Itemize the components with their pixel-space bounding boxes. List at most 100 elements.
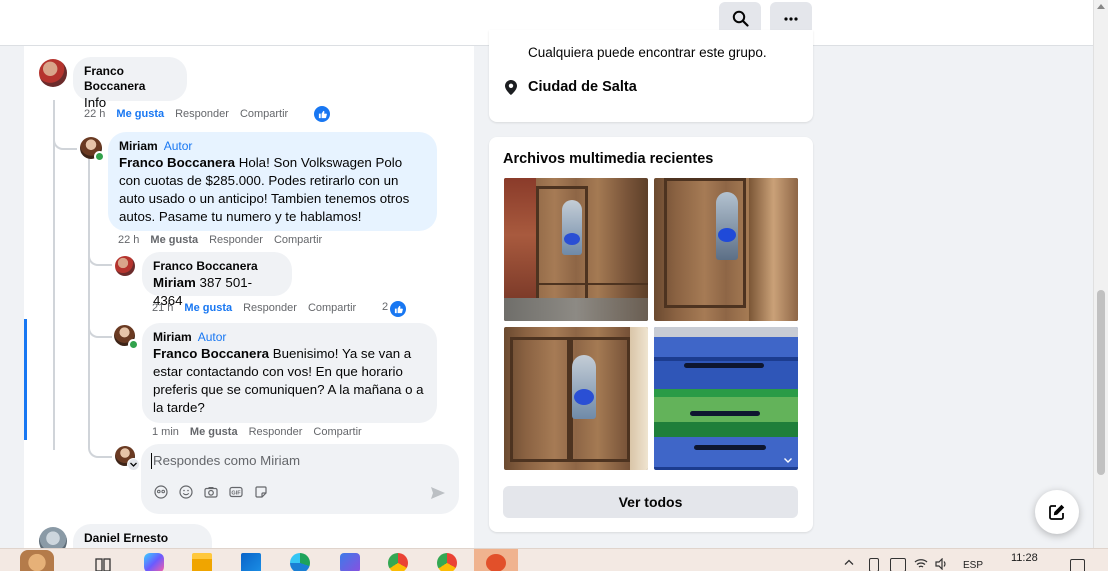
chrome-icon[interactable] — [388, 553, 408, 571]
mail-icon[interactable] — [241, 553, 261, 571]
photo-floor — [504, 298, 648, 321]
chevron-up-icon[interactable] — [844, 559, 854, 565]
language-indicator[interactable]: ESP — [963, 560, 983, 571]
share-button[interactable]: Compartir — [308, 302, 356, 314]
reply-button[interactable]: Responder — [209, 234, 263, 246]
sticker-icon[interactable] — [254, 485, 268, 499]
send-icon[interactable] — [430, 486, 446, 500]
compose-icon — [1049, 504, 1065, 520]
media-thumbnail[interactable] — [654, 327, 798, 470]
svg-text:GIF: GIF — [231, 491, 241, 497]
mention-link[interactable]: Miriam — [153, 275, 196, 290]
mention-link[interactable]: Franco Boccanera — [153, 346, 269, 361]
scroll-thumb[interactable] — [1097, 290, 1105, 475]
share-button[interactable]: Compartir — [240, 108, 288, 120]
media-thumbnail[interactable] — [654, 178, 798, 321]
group-info-card: Cualquiera puede encontrar este grupo. C… — [489, 30, 813, 122]
thread-connector — [88, 314, 112, 338]
group-visibility-text: Cualquiera puede encontrar este grupo. — [528, 45, 767, 60]
comment-author[interactable]: Miriam — [119, 139, 158, 153]
reply-button[interactable]: Responder — [243, 302, 297, 314]
reply-input[interactable]: Respondes como Miriam — [153, 453, 300, 468]
mention-link[interactable]: Franco Boccanera — [119, 155, 235, 170]
like-count[interactable]: 2 — [382, 301, 388, 313]
edge-icon[interactable] — [290, 553, 310, 571]
comment-text: Franco Boccanera Buenisimo! Ya se van a … — [153, 345, 426, 417]
volume-icon[interactable] — [935, 558, 949, 570]
group-location[interactable]: Ciudad de Salta — [528, 79, 637, 95]
comment-time[interactable]: 22 h — [84, 108, 105, 120]
comment-time[interactable]: 1 min — [152, 426, 179, 438]
active-comment-indicator — [24, 319, 27, 440]
camera-icon[interactable] — [204, 485, 218, 499]
scroll-up-arrow-icon[interactable] — [1097, 4, 1105, 9]
new-message-button[interactable] — [1035, 490, 1079, 534]
share-button[interactable]: Compartir — [313, 426, 361, 438]
tent-strap — [694, 445, 766, 450]
photo-wall — [630, 327, 648, 470]
chrome-icon[interactable] — [437, 553, 457, 571]
wardrobe-mirror — [716, 192, 738, 260]
comment-author[interactable]: Daniel Ernesto Lozano — [84, 531, 201, 548]
gif-icon[interactable]: GIF — [229, 485, 243, 499]
avatar[interactable] — [39, 59, 67, 87]
blue-object — [574, 389, 594, 405]
weather-widget-icon[interactable] — [20, 550, 54, 571]
notifications-icon[interactable] — [1070, 559, 1085, 571]
usb-icon[interactable] — [869, 558, 879, 571]
photo-background — [654, 327, 798, 337]
store-icon[interactable] — [340, 553, 360, 571]
avatar-sticker-icon[interactable] — [154, 485, 168, 499]
like-reaction-icon[interactable] — [314, 106, 330, 122]
thread-connector — [88, 434, 112, 458]
reply-composer: Respondes como Miriam GIF — [141, 444, 459, 514]
share-button[interactable]: Compartir — [274, 234, 322, 246]
blue-object — [564, 233, 580, 245]
media-thumbnail[interactable] — [504, 327, 648, 470]
comment-actions: 22 h Me gusta Responder Compartir — [118, 234, 333, 246]
like-button[interactable]: Me gusta — [116, 108, 164, 120]
comment-bubble: Miriam Autor Franco Boccanera Hola! Son V… — [108, 132, 437, 231]
wifi-icon[interactable] — [914, 558, 928, 570]
file-explorer-icon[interactable] — [192, 553, 212, 571]
windows-taskbar: ESP 11:28 — [0, 548, 1108, 571]
avatar[interactable] — [115, 256, 135, 276]
active-app-highlight[interactable] — [474, 549, 518, 571]
emoji-icon[interactable] — [179, 485, 193, 499]
online-status-indicator — [94, 151, 105, 162]
more-icon — [784, 16, 798, 21]
touchpad-icon[interactable] — [890, 558, 906, 571]
comment-actions: 21 h Me gusta Responder Compartir — [152, 302, 367, 314]
like-button[interactable]: Me gusta — [150, 234, 198, 246]
comment-header: Miriam Autor — [119, 139, 426, 154]
chevron-down-icon[interactable] — [782, 455, 794, 465]
search-icon — [732, 10, 749, 27]
media-card: Archivos multimedia recientes — [489, 137, 813, 532]
comment-author[interactable]: Franco Boccanera — [153, 259, 281, 274]
media-thumbnail[interactable] — [504, 178, 648, 321]
comment-author[interactable]: Franco Boccanera — [84, 64, 176, 94]
task-view-icon[interactable] — [95, 557, 111, 571]
comment-author[interactable]: Miriam — [153, 330, 192, 344]
comment-time[interactable]: 22 h — [118, 234, 139, 246]
comment-header: Miriam Autor — [153, 330, 426, 345]
comment-actions: 22 h Me gusta Responder Compartir — [84, 108, 299, 120]
reply-button[interactable]: Responder — [249, 426, 303, 438]
tent-strap — [690, 411, 760, 416]
like-reaction-icon[interactable] — [390, 301, 406, 317]
reply-button[interactable]: Responder — [175, 108, 229, 120]
copilot-icon[interactable] — [144, 553, 164, 571]
comment-text: Franco Boccanera Hola! Son Volkswagen Po… — [119, 154, 426, 226]
see-all-button[interactable]: Ver todos — [503, 486, 798, 518]
comment-time[interactable]: 21 h — [152, 302, 173, 314]
page-scrollbar[interactable] — [1093, 0, 1108, 548]
chevron-down-icon[interactable] — [127, 458, 140, 471]
comment-bubble: Franco Boccanera Miriam 387 501-4364 — [142, 252, 292, 308]
comment-bubble: Miriam Autor Franco Boccanera Buenisimo! … — [142, 323, 437, 423]
avatar[interactable] — [39, 527, 67, 548]
thread-connector — [88, 242, 112, 266]
author-badge: Autor — [163, 139, 193, 153]
like-button[interactable]: Me gusta — [190, 426, 238, 438]
like-button[interactable]: Me gusta — [184, 302, 232, 314]
clock-time[interactable]: 11:28 — [1011, 552, 1038, 564]
